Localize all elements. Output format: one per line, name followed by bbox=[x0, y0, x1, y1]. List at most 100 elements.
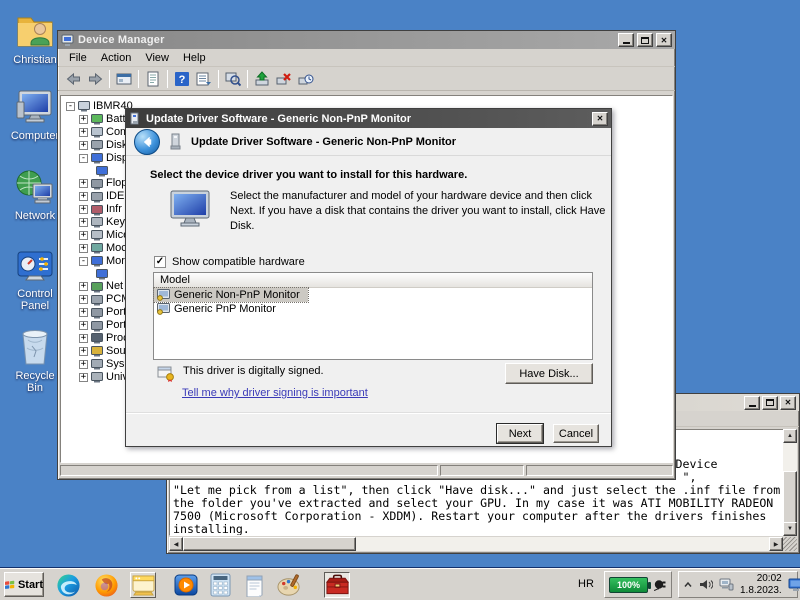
desktop-icon-recycle-bin[interactable]: Recycle Bin bbox=[6, 326, 64, 394]
expand-icon[interactable]: + bbox=[79, 217, 88, 227]
model-list[interactable]: Model Generic Non-PnP Monitor Generic PnP… bbox=[153, 272, 593, 360]
update-driver-icon[interactable] bbox=[252, 69, 272, 89]
export-list-icon[interactable] bbox=[194, 69, 214, 89]
desktop-icon-control-panel[interactable]: Control Panel bbox=[6, 248, 64, 312]
display-tray-icon[interactable] bbox=[788, 578, 800, 592]
expand-icon[interactable]: + bbox=[79, 192, 88, 202]
start-button[interactable]: Start bbox=[4, 572, 44, 597]
expand-icon[interactable]: + bbox=[79, 346, 88, 356]
clock[interactable]: 20:02 1.8.2023. bbox=[740, 573, 782, 597]
close-icon[interactable]: ✕ bbox=[592, 111, 608, 126]
expand-icon[interactable]: + bbox=[79, 282, 88, 292]
properties-icon[interactable] bbox=[143, 69, 163, 89]
desktop-icon-network[interactable]: Network bbox=[6, 168, 64, 222]
expand-icon[interactable]: + bbox=[79, 372, 88, 382]
console-window-icon[interactable] bbox=[114, 69, 134, 89]
scroll-left-icon[interactable]: ◀ bbox=[169, 537, 183, 551]
expand-icon[interactable]: + bbox=[79, 321, 88, 331]
status-panel bbox=[440, 465, 524, 476]
monitor-driver-icon bbox=[157, 289, 170, 301]
scan-hardware-icon[interactable] bbox=[223, 69, 243, 89]
menu-file[interactable]: File bbox=[62, 50, 94, 66]
minimize-button[interactable] bbox=[618, 33, 634, 47]
desktop-icon-christian[interactable]: Christian bbox=[6, 12, 64, 66]
forward-icon[interactable] bbox=[85, 69, 105, 89]
scroll-right-icon[interactable]: ▶ bbox=[769, 537, 783, 551]
taskbar-notepad-button[interactable] bbox=[241, 572, 267, 598]
keyboard-icon bbox=[91, 216, 103, 228]
start-label: Start bbox=[17, 578, 43, 591]
device-manager-titlebar[interactable]: Device Manager ✕ bbox=[58, 31, 675, 49]
battery-icon[interactable]: 100% bbox=[609, 576, 651, 593]
modem-icon bbox=[91, 242, 103, 254]
maximize-button[interactable] bbox=[762, 395, 778, 410]
taskbar-paint-button[interactable] bbox=[276, 572, 302, 598]
edge-icon bbox=[56, 573, 81, 598]
volume-icon[interactable] bbox=[699, 578, 713, 591]
expand-icon[interactable]: + bbox=[79, 179, 88, 189]
taskbar-media-player-button[interactable] bbox=[173, 572, 199, 598]
scroll-thumb[interactable] bbox=[783, 471, 797, 524]
close-button[interactable]: ✕ bbox=[780, 395, 796, 410]
close-button[interactable]: ✕ bbox=[656, 33, 672, 47]
menu-help[interactable]: Help bbox=[176, 50, 213, 66]
help-icon[interactable]: ? bbox=[172, 69, 192, 89]
have-disk-button[interactable]: Have Disk... bbox=[505, 363, 593, 384]
cancel-button[interactable]: Cancel bbox=[553, 424, 599, 443]
tray-time: 20:02 bbox=[756, 572, 782, 584]
back-icon[interactable] bbox=[63, 69, 83, 89]
disable-icon[interactable] bbox=[296, 69, 316, 89]
scroll-down-icon[interactable]: ▼ bbox=[783, 522, 797, 536]
expand-icon[interactable]: + bbox=[79, 359, 88, 369]
collapse-icon[interactable]: - bbox=[79, 256, 88, 266]
power-tray-group: 100% bbox=[604, 571, 672, 598]
show-compatible-checkbox[interactable]: ✓ Show compatible hardware bbox=[154, 256, 305, 268]
menu-view[interactable]: View bbox=[138, 50, 176, 66]
tree-item-label: Port bbox=[106, 319, 127, 332]
expand-icon[interactable]: + bbox=[79, 243, 88, 253]
scroll-thumb[interactable] bbox=[183, 537, 356, 551]
expand-icon[interactable]: + bbox=[79, 140, 88, 150]
taskbar-calculator-button[interactable] bbox=[207, 572, 233, 598]
desktop-icon-computer[interactable]: Computer bbox=[6, 88, 64, 142]
taskbar-device-manager-button[interactable] bbox=[324, 572, 350, 598]
taskbar-explorer-button[interactable] bbox=[130, 572, 156, 598]
checkbox-icon[interactable]: ✓ bbox=[154, 256, 166, 268]
model-list-item[interactable]: Generic Non-PnP Monitor bbox=[153, 287, 309, 303]
user-folder-icon bbox=[6, 12, 64, 53]
signed-text: This driver is digitally signed. bbox=[183, 365, 324, 377]
scroll-up-icon[interactable]: ▲ bbox=[783, 429, 797, 443]
dialog-icon bbox=[129, 112, 142, 125]
expand-icon[interactable]: + bbox=[79, 308, 88, 318]
dialog-titlebar[interactable]: Update Driver Software - Generic Non-PnP… bbox=[126, 109, 611, 128]
collapse-icon[interactable]: - bbox=[66, 101, 75, 111]
language-indicator[interactable]: HR bbox=[578, 578, 594, 590]
expand-icon[interactable]: + bbox=[79, 205, 88, 215]
menu-action[interactable]: Action bbox=[94, 50, 139, 66]
driver-signing-link[interactable]: Tell me why driver signing is important bbox=[182, 387, 368, 399]
expand-icon[interactable]: + bbox=[79, 114, 88, 124]
hidden-icons-chevron-icon[interactable] bbox=[683, 580, 693, 590]
model-column-header[interactable]: Model bbox=[154, 273, 592, 288]
collapse-icon[interactable]: - bbox=[79, 153, 88, 163]
model-list-item[interactable]: Generic PnP Monitor bbox=[154, 302, 284, 316]
maximize-button[interactable] bbox=[637, 33, 653, 47]
expand-icon[interactable]: + bbox=[79, 230, 88, 240]
update-driver-dialog[interactable]: Update Driver Software - Generic Non-PnP… bbox=[125, 108, 612, 447]
horizontal-scrollbar[interactable]: ◀ ▶ bbox=[169, 537, 783, 551]
power-plug-icon[interactable] bbox=[654, 578, 667, 591]
expand-icon[interactable]: + bbox=[79, 295, 88, 305]
next-button[interactable]: Next bbox=[496, 423, 544, 444]
tree-item-label: Mor bbox=[106, 254, 125, 267]
minimize-button[interactable] bbox=[744, 395, 760, 410]
taskbar-firefox-button[interactable] bbox=[93, 572, 119, 598]
back-button[interactable] bbox=[134, 128, 160, 155]
network-tray-icon[interactable] bbox=[719, 578, 734, 591]
expand-icon[interactable]: + bbox=[79, 333, 88, 343]
vertical-scrollbar[interactable]: ▲ ▼ bbox=[783, 429, 797, 536]
model-label: Generic PnP Monitor bbox=[174, 303, 276, 315]
taskbar-edge-button[interactable] bbox=[55, 572, 81, 598]
resize-grip[interactable] bbox=[783, 537, 797, 551]
expand-icon[interactable]: + bbox=[79, 127, 88, 137]
uninstall-icon[interactable] bbox=[274, 69, 294, 89]
